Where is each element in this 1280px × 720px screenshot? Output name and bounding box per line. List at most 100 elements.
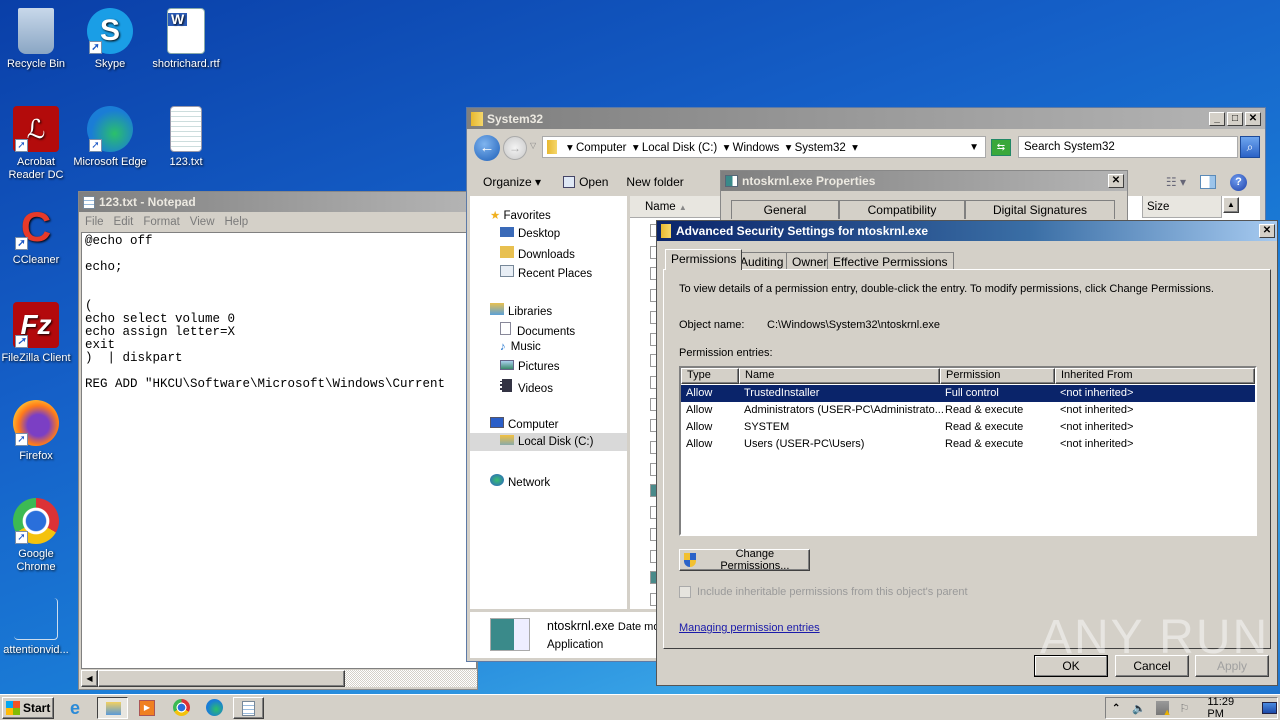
menu-help[interactable]: Help (225, 216, 249, 228)
new-folder-button[interactable]: New folder (626, 175, 683, 189)
scroll-left-button[interactable]: ◀ (81, 670, 98, 687)
permission-entries-list[interactable]: Type Name Permission Inherited From Allo… (679, 366, 1257, 536)
notepad-hscrollbar[interactable]: ◀ (81, 670, 477, 687)
address-dropdown[interactable]: ▼ (969, 142, 979, 153)
change-permissions-button[interactable]: Change Permissions... (679, 548, 810, 572)
desktop-icon-chrome[interactable]: ➚ Google Chrome (0, 498, 74, 574)
menu-format[interactable]: Format (143, 216, 179, 228)
scroll-thumb[interactable] (98, 670, 345, 687)
edge-taskbar-icon[interactable] (206, 699, 223, 716)
breadcrumb-chevron[interactable]: ▾ (852, 140, 858, 154)
properties-titlebar[interactable]: ntoskrnl.exe Properties ✕ (721, 171, 1127, 191)
desktop-icon-recycle-bin[interactable]: Recycle Bin (0, 8, 74, 71)
nav-videos[interactable]: Videos (500, 379, 553, 395)
media-player-icon[interactable]: ▶ (139, 700, 155, 716)
menu-view[interactable]: View (190, 216, 215, 228)
menu-file[interactable]: File (85, 216, 104, 228)
managing-permissions-link[interactable]: Managing permission entries (679, 622, 820, 634)
notepad-taskbar-button[interactable] (233, 697, 264, 719)
desktop-icon-123txt[interactable]: 123.txt (148, 106, 224, 169)
column-type[interactable]: Type (681, 368, 739, 384)
permission-row[interactable]: Allow SYSTEM Read & execute <not inherited> (681, 419, 1255, 436)
desktop-icon-edge[interactable]: ➚ Microsoft Edge (72, 106, 148, 169)
chrome-taskbar-icon[interactable] (173, 699, 190, 716)
security-titlebar[interactable]: Advanced Security Settings for ntoskrnl.… (657, 221, 1277, 241)
nav-documents[interactable]: Documents (500, 322, 575, 338)
forward-button[interactable]: → (503, 136, 527, 160)
nav-pictures[interactable]: Pictures (500, 360, 560, 373)
open-button[interactable]: Open (563, 175, 608, 189)
folder-icon (471, 111, 483, 126)
volume-icon[interactable]: 🔈 (1132, 702, 1146, 715)
desktop-icon-acrobat[interactable]: ℒ ➚ Acrobat Reader DC (0, 106, 74, 182)
checkbox-box[interactable] (679, 586, 691, 598)
inherit-permissions-checkbox[interactable]: Include inheritable permissions from thi… (679, 586, 968, 598)
preview-pane-icon[interactable] (1200, 175, 1216, 189)
organize-button[interactable]: Organize ▾ (483, 175, 541, 189)
scroll-up-button[interactable]: ▲ (1223, 197, 1239, 213)
breadcrumb-windows[interactable]: ▾ Windows (724, 140, 780, 154)
permission-row[interactable]: Allow TrustedInstaller Full control <not in… (681, 385, 1255, 402)
desktop-icon-filezilla[interactable]: Fz ➚ FileZilla Client (0, 302, 74, 365)
close-button[interactable]: ✕ (1245, 111, 1261, 126)
desktop-icon-skype[interactable]: S ➚ Skype (72, 8, 148, 71)
show-hidden-icons-button[interactable]: ⌃ (1112, 703, 1120, 714)
tab-effective-permissions[interactable]: Effective Permissions (827, 252, 954, 270)
nav-desktop[interactable]: Desktop (500, 227, 560, 240)
nav-favorites[interactable]: ★ Favorites (490, 208, 551, 222)
action-center-flag-icon[interactable]: ⚐ (1179, 702, 1189, 715)
tab-digital-signatures[interactable]: Digital Signatures (965, 200, 1115, 219)
maximize-button[interactable]: □ (1227, 111, 1243, 126)
internet-explorer-icon[interactable]: e (70, 699, 88, 717)
desktop-icon-attentionvid[interactable]: attentionvid... (0, 598, 74, 657)
desktop-icon-firefox[interactable]: ➚ Firefox (0, 400, 74, 463)
address-bar[interactable]: ▾ Computer ▾ Local Disk (C:) ▾ Windows ▾… (542, 136, 986, 158)
start-button[interactable]: Start (2, 697, 54, 719)
tab-compatibility[interactable]: Compatibility (839, 200, 965, 219)
apply-button[interactable]: Apply (1195, 655, 1269, 677)
permission-row[interactable]: Allow Administrators (USER-PC\Administrat… (681, 402, 1255, 419)
show-desktop-button[interactable] (1261, 702, 1277, 714)
navigation-pane[interactable]: ★ Favorites Desktop Downloads Recent Pla… (470, 196, 627, 609)
permission-row[interactable]: Allow Users (USER-PC\Users) Read & execute… (681, 436, 1255, 453)
nav-libraries[interactable]: Libraries (490, 303, 552, 318)
breadcrumb-system32[interactable]: ▾ System32 (786, 140, 846, 154)
notepad-window[interactable]: 123.txt - Notepad File Edit Format View … (78, 191, 478, 690)
view-options-icon[interactable]: ☷ ▾ (1166, 175, 1186, 189)
column-header-size[interactable]: Size (1142, 196, 1222, 218)
desktop-icon-shotrichard[interactable]: W shotrichard.rtf (148, 8, 224, 71)
column-permission[interactable]: Permission (940, 368, 1055, 384)
column-inherited-from[interactable]: Inherited From (1055, 368, 1255, 384)
nav-music[interactable]: ♪ Music (500, 341, 541, 353)
properties-close-button[interactable]: ✕ (1108, 174, 1124, 188)
search-input[interactable]: Search System32 (1018, 136, 1238, 158)
minimize-button[interactable]: _ (1209, 111, 1225, 126)
notepad-text-area[interactable]: @echo off echo;(echo select volume 0 echo … (81, 232, 477, 669)
menu-edit[interactable]: Edit (114, 216, 134, 228)
tab-permissions[interactable]: Permissions (665, 249, 743, 270)
ok-button[interactable]: OK (1034, 655, 1108, 677)
nav-network[interactable]: Network (490, 474, 550, 489)
nav-local-disk[interactable]: Local Disk (C:) (470, 433, 627, 451)
advanced-security-dialog[interactable]: Advanced Security Settings for ntoskrnl.… (656, 220, 1278, 686)
search-icon[interactable]: ⌕ (1240, 136, 1260, 158)
network-warning-icon[interactable]: ▲ (1156, 701, 1171, 717)
cancel-button[interactable]: Cancel (1115, 655, 1189, 677)
nav-recent-places[interactable]: Recent Places (500, 265, 592, 280)
desktop-icon-ccleaner[interactable]: C ➚ CCleaner (0, 204, 74, 267)
explorer-taskbar-button[interactable] (97, 697, 128, 719)
explorer-titlebar[interactable]: System32 _ □ ✕ (467, 108, 1265, 129)
column-name[interactable]: Name (739, 368, 940, 384)
notepad-titlebar[interactable]: 123.txt - Notepad (79, 192, 477, 212)
refresh-button[interactable]: ⇆ (991, 139, 1011, 156)
nav-computer[interactable]: Computer (490, 417, 559, 431)
security-close-button[interactable]: ✕ (1259, 224, 1275, 238)
recent-pages-dropdown[interactable]: ▽ (530, 141, 536, 150)
help-icon[interactable]: ? (1230, 173, 1247, 191)
nav-downloads[interactable]: Downloads (500, 246, 575, 261)
tab-general[interactable]: General (731, 200, 839, 219)
clock[interactable]: 11:29 PM (1207, 696, 1251, 720)
breadcrumb-computer[interactable]: ▾ Computer (567, 140, 626, 154)
breadcrumb-local-disk[interactable]: ▾ Local Disk (C:) (633, 140, 717, 154)
back-button[interactable]: ← (474, 135, 500, 161)
